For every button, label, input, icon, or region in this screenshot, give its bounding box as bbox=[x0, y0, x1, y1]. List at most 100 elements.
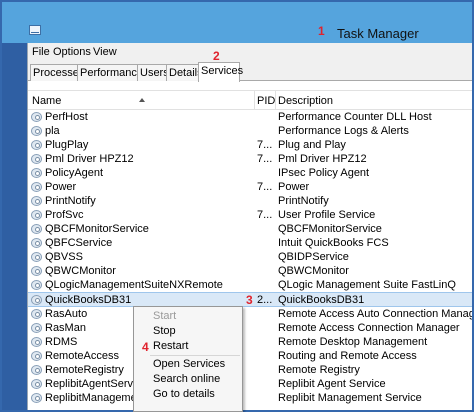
table-row[interactable]: PrintNotify PrintNotify bbox=[28, 194, 474, 208]
service-name: Power bbox=[45, 181, 77, 193]
service-description: QLogic Management Suite FastLinQ bbox=[278, 279, 456, 291]
context-menu-open-services[interactable]: Open Services bbox=[153, 358, 225, 370]
column-header-pid[interactable]: PID bbox=[257, 95, 275, 107]
service-description: User Profile Service bbox=[278, 209, 376, 221]
context-menu-restart[interactable]: Restart bbox=[153, 340, 188, 352]
service-icon bbox=[31, 140, 42, 150]
service-description: Performance Logs & Alerts bbox=[278, 125, 409, 137]
service-icon bbox=[31, 280, 42, 290]
service-icon bbox=[31, 112, 42, 122]
sort-ascending-icon bbox=[139, 98, 145, 102]
service-description: Replibit Management Service bbox=[278, 392, 422, 404]
service-icon bbox=[31, 252, 42, 262]
tab-users[interactable]: Users bbox=[137, 64, 169, 81]
context-menu-stop[interactable]: Stop bbox=[153, 325, 176, 337]
service-description: Pml Driver HPZ12 bbox=[278, 153, 367, 165]
tab-details[interactable]: Details bbox=[166, 64, 203, 81]
tab-processes[interactable]: Processes bbox=[30, 64, 84, 81]
service-description: Intuit QuickBooks FCS bbox=[278, 237, 389, 249]
table-row[interactable]: pla Performance Logs & Alerts bbox=[28, 124, 474, 138]
annotation-marker-4: 4 bbox=[142, 340, 149, 354]
service-description: Performance Counter DLL Host bbox=[278, 111, 432, 123]
table-row[interactable]: QBFCService Intuit QuickBooks FCS bbox=[28, 236, 474, 250]
table-row[interactable]: RDMS Remote Desktop Management bbox=[28, 335, 474, 349]
table-row[interactable]: QBWCMonitor QBWCMonitor bbox=[28, 264, 474, 278]
title-bar: 1 Task Manager bbox=[0, 0, 474, 43]
tab-performance[interactable]: Performance bbox=[77, 64, 143, 81]
tab-services[interactable]: Services bbox=[198, 62, 243, 82]
column-header-name[interactable]: Name bbox=[32, 95, 61, 107]
service-description: Remote Access Connection Manager bbox=[278, 322, 460, 334]
service-name: QBVSS bbox=[45, 251, 83, 263]
service-description: Replibit Agent Service bbox=[278, 378, 386, 390]
service-icon bbox=[31, 126, 42, 136]
context-menu-start[interactable]: Start bbox=[153, 310, 176, 322]
annotation-marker-3: 3 bbox=[246, 293, 253, 307]
table-row[interactable]: RasAuto Remote Access Auto Connection Man… bbox=[28, 307, 474, 321]
service-name: QBFCService bbox=[45, 237, 113, 249]
service-description: QBIDPService bbox=[278, 251, 349, 263]
service-name: PrintNotify bbox=[45, 195, 96, 207]
context-menu-search-online[interactable]: Search online bbox=[153, 373, 220, 385]
service-pid: 7... bbox=[257, 209, 273, 221]
column-divider[interactable] bbox=[254, 91, 255, 110]
service-icon bbox=[31, 295, 42, 305]
service-name: pla bbox=[45, 125, 60, 137]
table-row[interactable]: Power 7... Power bbox=[28, 180, 474, 194]
table-row[interactable]: PolicyAgent IPsec Policy Agent bbox=[28, 166, 474, 180]
service-icon bbox=[31, 168, 42, 178]
service-pid: 2... bbox=[257, 294, 273, 306]
service-icon bbox=[31, 266, 42, 276]
tab-strip: 2 Processes Performance Users Details Se… bbox=[28, 49, 474, 82]
table-row[interactable]: QLogicManagementSuiteNXRemote QLogic Mana… bbox=[28, 278, 474, 292]
table-row[interactable]: ReplibitManagementService Replibit Manage… bbox=[28, 391, 474, 405]
service-description: Routing and Remote Access bbox=[278, 350, 417, 362]
table-row[interactable]: QBVSS QBIDPService bbox=[28, 250, 474, 264]
service-icon bbox=[31, 210, 42, 220]
service-icon bbox=[31, 309, 42, 319]
table-row[interactable]: Pml Driver HPZ12 7... Pml Driver HPZ12 bbox=[28, 152, 474, 166]
service-description: Power bbox=[278, 181, 310, 193]
menu-file[interactable]: File bbox=[32, 46, 50, 58]
service-name: PolicyAgent bbox=[45, 167, 104, 179]
service-icon bbox=[31, 238, 42, 248]
service-icon bbox=[31, 379, 42, 389]
task-manager-icon bbox=[29, 25, 41, 35]
annotation-marker-1: 1 bbox=[318, 24, 325, 38]
service-icon bbox=[31, 393, 42, 403]
service-name: PerfHost bbox=[45, 111, 88, 123]
service-description: Remote Desktop Management bbox=[278, 336, 428, 348]
service-icon bbox=[31, 351, 42, 361]
column-divider[interactable] bbox=[275, 91, 276, 110]
service-description: PrintNotify bbox=[278, 195, 329, 207]
context-menu-go-to-details[interactable]: Go to details bbox=[153, 388, 215, 400]
menu-bar: File Options View bbox=[28, 43, 474, 62]
table-row[interactable]: ProfSvc 7... User Profile Service bbox=[28, 208, 474, 222]
table-row[interactable]: PlugPlay 7... Plug and Play bbox=[28, 138, 474, 152]
table-row[interactable]: ReplibitAgentService Replibit Agent Servi… bbox=[28, 377, 474, 391]
table-row[interactable]: RemoteAccess Routing and Remote Access bbox=[28, 349, 474, 363]
service-icon bbox=[31, 323, 42, 333]
service-icon bbox=[31, 154, 42, 164]
service-description: Plug and Play bbox=[278, 139, 346, 151]
table-row[interactable]: RemoteRegistry Remote Registry bbox=[28, 363, 474, 377]
table-row[interactable]: QBCFMonitorService QBCFMonitorService bbox=[28, 222, 474, 236]
table-header: Name PID Description bbox=[28, 90, 474, 110]
service-icon bbox=[31, 196, 42, 206]
service-name: ProfSvc bbox=[45, 209, 84, 221]
task-manager-window: File Options View 2 Processes Performanc… bbox=[27, 43, 474, 412]
service-icon bbox=[31, 224, 42, 234]
service-name: Pml Driver HPZ12 bbox=[45, 153, 134, 165]
column-header-description[interactable]: Description bbox=[278, 95, 333, 107]
table-row-selected[interactable]: QuickBooksDB31 3 2... QuickBooksDB31 bbox=[28, 292, 474, 307]
service-pid: 7... bbox=[257, 139, 273, 151]
service-description: Remote Registry bbox=[278, 364, 360, 376]
table-row[interactable]: RasMan Remote Access Connection Manager bbox=[28, 321, 474, 335]
menu-view[interactable]: View bbox=[93, 46, 117, 58]
context-menu: Start Stop 4 Restart Open Services Searc… bbox=[133, 306, 243, 412]
service-icon bbox=[31, 365, 42, 375]
menu-options[interactable]: Options bbox=[53, 46, 91, 58]
service-icon bbox=[31, 337, 42, 347]
table-row[interactable]: PerfHost Performance Counter DLL Host bbox=[28, 110, 474, 124]
service-pid: 7... bbox=[257, 181, 273, 193]
